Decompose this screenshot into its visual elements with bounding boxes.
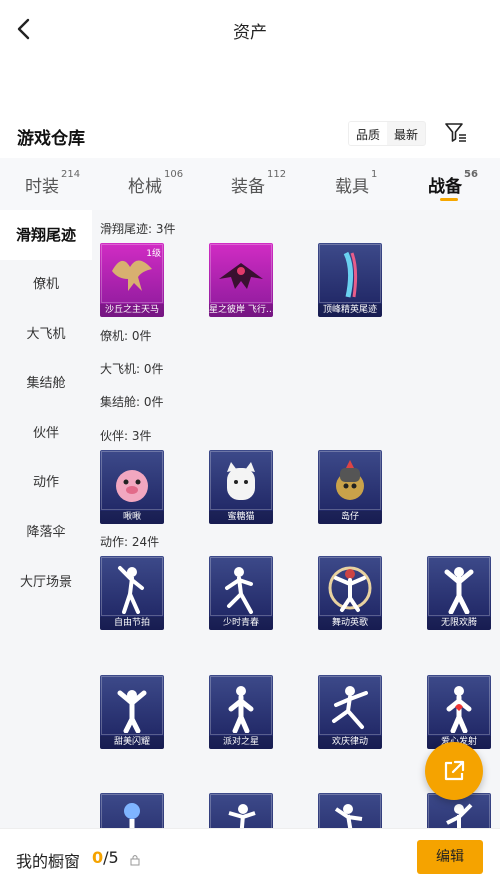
dancer-silhouette-icon <box>124 803 140 828</box>
sidebar-item-parachute[interactable]: 降落伞 <box>0 508 92 558</box>
sidebar: 滑翔尾迹 僚机 大飞机 集结舱 伙伴 动作 降落伞 大厅场景 <box>0 210 92 830</box>
dancer-swirl-icon <box>328 566 372 612</box>
tab-firearms[interactable]: 枪械106 <box>128 169 183 197</box>
lock-icon <box>130 851 140 866</box>
sidebar-item-lobby-scene[interactable]: 大厅场景 <box>0 558 92 608</box>
item-card[interactable]: 岛仔 <box>318 450 382 524</box>
item-name: 星之彼岸 飞行… <box>209 304 273 317</box>
showcase-count: 0/5 <box>92 848 119 867</box>
item-name: 派对之星 <box>209 736 273 749</box>
item-name: 无限欢腾 <box>427 617 491 630</box>
share-icon <box>444 760 465 781</box>
knight-pet-art <box>336 460 364 500</box>
group-header-partner: 伙伴: 3件 <box>100 429 152 443</box>
sidebar-item-emote[interactable]: 动作 <box>0 458 92 508</box>
item-card[interactable]: 自由节拍 <box>100 556 164 630</box>
item-card[interactable] <box>318 793 382 828</box>
dancer-silhouette-icon <box>118 566 144 614</box>
item-name: 欢庆律动 <box>318 736 382 749</box>
item-card[interactable]: 蜜糖猫 <box>209 450 273 524</box>
pig-pet-art <box>116 470 148 502</box>
tab-fashion[interactable]: 时装214 <box>25 169 80 197</box>
sidebar-item-assembly-pod[interactable]: 集结舱 <box>0 359 92 409</box>
dancer-silhouette-icon <box>444 567 474 614</box>
dancer-silhouette-icon <box>334 804 363 828</box>
item-name: 甜美闪耀 <box>100 736 164 749</box>
item-name: 自由节拍 <box>100 617 164 630</box>
trail-art <box>343 251 358 298</box>
sort-toggle: 品质 最新 <box>348 121 427 146</box>
dancer-silhouette-icon <box>225 567 253 614</box>
item-name: 舞动英歌 <box>318 617 382 630</box>
dancer-silhouette-icon <box>228 686 254 733</box>
showcase-label: 我的橱窗 <box>16 852 81 871</box>
item-card[interactable]: 舞动英歌 <box>318 556 382 630</box>
page-title: 资产 <box>233 23 267 43</box>
item-card[interactable]: 少时青春 <box>209 556 273 630</box>
item-card[interactable] <box>209 793 273 828</box>
item-card[interactable]: 甜美闪耀 <box>100 675 164 749</box>
item-card[interactable] <box>100 793 164 828</box>
dancer-silhouette-icon <box>117 690 147 733</box>
item-card[interactable]: 派对之星 <box>209 675 273 749</box>
item-card[interactable]: 顶峰精英尾迹 <box>318 243 382 317</box>
item-name: 少时青春 <box>209 617 273 630</box>
sort-quality-option[interactable]: 品质 <box>349 122 388 145</box>
edit-button[interactable]: 编辑 <box>417 840 483 874</box>
top-bar: 资产 <box>0 0 500 58</box>
item-card[interactable]: 无限欢腾 <box>427 556 491 630</box>
category-tabs: 时装214 枪械106 装备112 载具1 战备56 <box>0 158 500 210</box>
item-card[interactable]: 欢庆律动 <box>318 675 382 749</box>
item-name: 顶峰精英尾迹 <box>318 304 382 317</box>
tab-vehicles[interactable]: 载具1 <box>335 169 377 197</box>
item-card[interactable]: 爱心发射 <box>427 675 491 749</box>
dancer-silhouette-icon <box>332 686 368 729</box>
dancer-silhouette-icon <box>228 804 256 828</box>
item-card[interactable]: 1级 沙丘之主天马 <box>100 243 164 317</box>
item-list: 滑翔尾迹: 3件 1级 沙丘之主天马 星之彼岸 飞行… 顶峰精英尾迹 僚机: 0… <box>92 210 500 828</box>
dancer-silhouette-icon <box>446 803 473 828</box>
filter-icon[interactable] <box>444 121 468 145</box>
group-header-assembly-pod: 集结舱: 0件 <box>100 395 164 409</box>
tab-equipment[interactable]: 装备112 <box>231 169 286 197</box>
sidebar-item-big-plane[interactable]: 大飞机 <box>0 310 92 360</box>
group-header-wingman: 僚机: 0件 <box>100 329 152 343</box>
item-name: 沙丘之主天马 <box>100 304 164 317</box>
tab-battle-gear[interactable]: 战备56 <box>428 169 478 201</box>
warehouse-title: 游戏仓库 <box>17 129 85 149</box>
item-name: 蜜糖猫 <box>209 511 273 524</box>
sidebar-item-partner[interactable]: 伙伴 <box>0 409 92 459</box>
level-badge: 1级 <box>146 249 161 259</box>
showcase-bar: 我的橱窗 0/5 编辑 <box>0 828 500 885</box>
share-button[interactable] <box>425 742 483 800</box>
item-name: 岛仔 <box>318 511 382 524</box>
cat-pet-art <box>227 462 255 500</box>
sidebar-item-glide-trail[interactable]: 滑翔尾迹 <box>0 210 92 260</box>
item-card[interactable]: 啾啾 <box>100 450 164 524</box>
active-tab-indicator <box>440 198 458 201</box>
sort-newest-option[interactable]: 最新 <box>387 122 425 145</box>
group-header-glide-trail: 滑翔尾迹: 3件 <box>100 222 176 236</box>
starship-art <box>219 263 263 289</box>
sidebar-item-wingman[interactable]: 僚机 <box>0 260 92 310</box>
dancer-silhouette-icon <box>446 686 472 733</box>
item-card[interactable]: 星之彼岸 飞行… <box>209 243 273 317</box>
group-header-big-plane: 大飞机: 0件 <box>100 362 164 376</box>
group-header-emote: 动作: 24件 <box>100 535 160 549</box>
item-name: 啾啾 <box>100 511 164 524</box>
